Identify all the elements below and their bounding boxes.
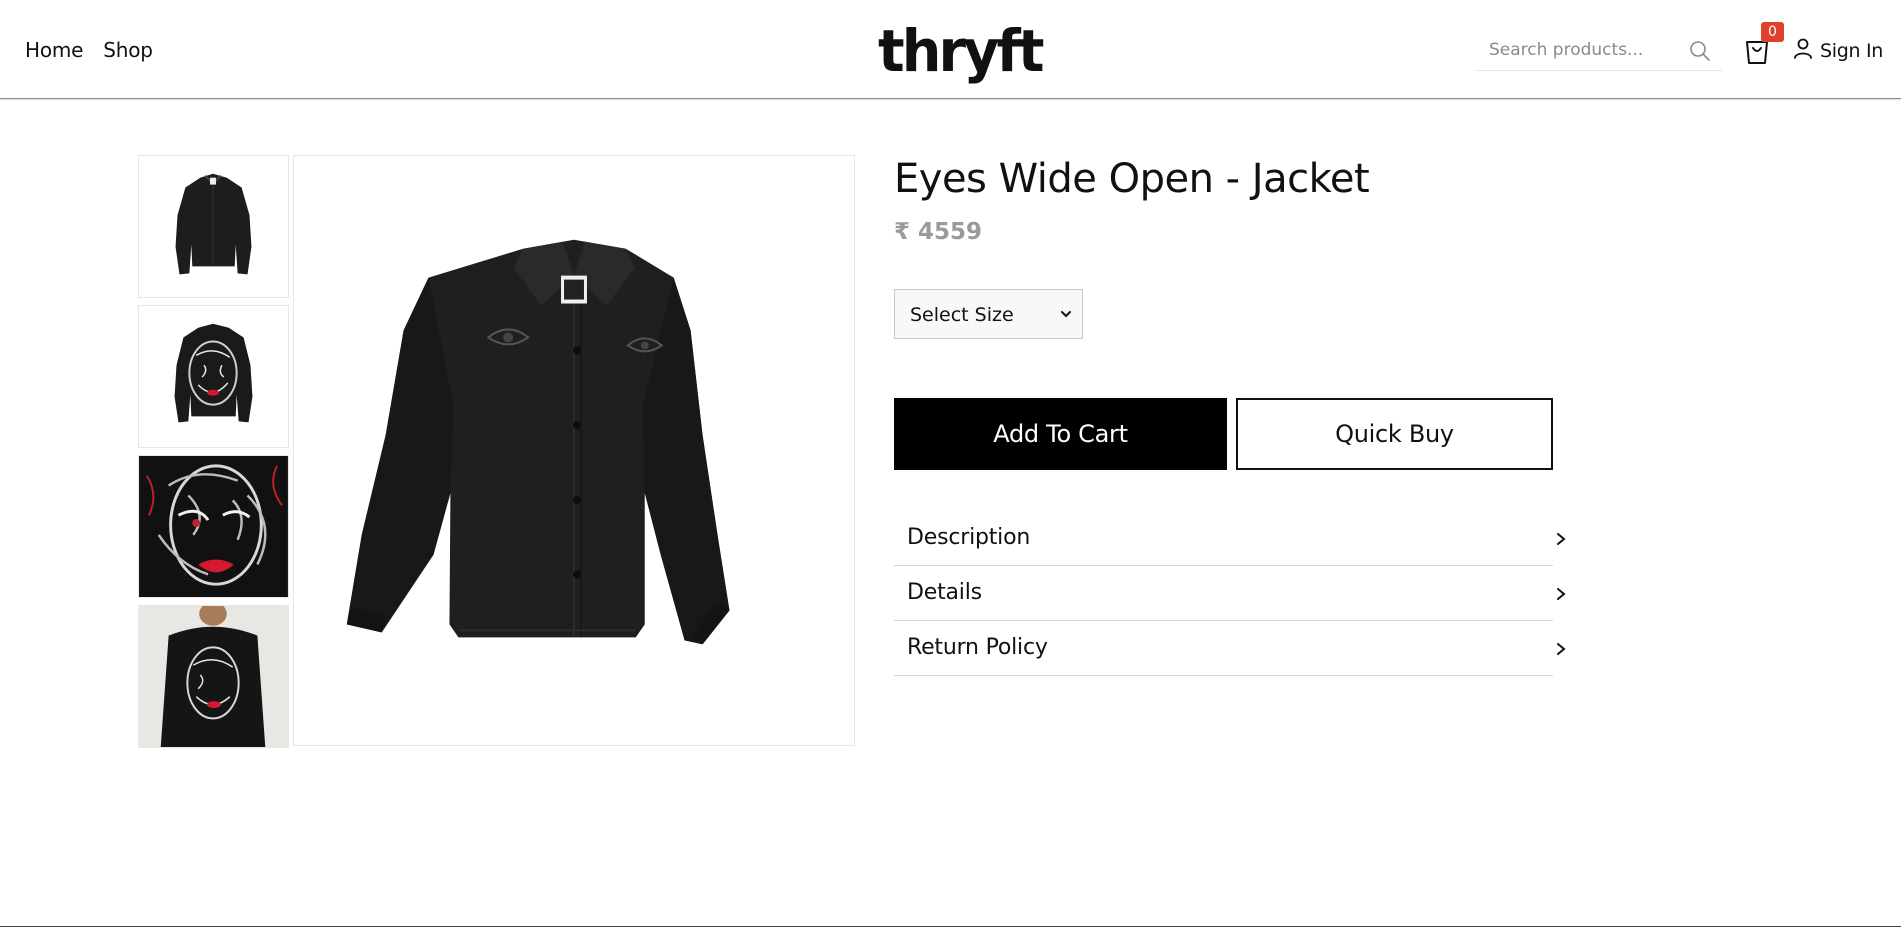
size-select-label: Select Size <box>910 304 1014 326</box>
chevron-right-icon <box>1557 643 1566 655</box>
product-accordion: Description Details Return Policy <box>894 511 1566 676</box>
thumbnail-jacket-back[interactable] <box>138 305 289 448</box>
accordion-details[interactable]: Details <box>894 566 1566 621</box>
thumbnail-face-closeup[interactable] <box>138 455 289 598</box>
accordion-return-policy-label: Return Policy <box>907 635 1048 660</box>
user-icon <box>1792 37 1814 64</box>
quick-buy-button[interactable]: Quick Buy <box>1236 398 1553 470</box>
accordion-return-policy[interactable]: Return Policy <box>894 621 1566 676</box>
search-icon[interactable] <box>1688 39 1712 63</box>
nav-home-link[interactable]: Home <box>25 38 83 62</box>
product-title: Eyes Wide Open - Jacket <box>894 156 1370 202</box>
product-main-image <box>293 155 855 746</box>
thumbnail-model-back[interactable] <box>138 605 289 748</box>
chevron-down-icon <box>1061 311 1071 318</box>
add-to-cart-button[interactable]: Add To Cart <box>894 398 1227 470</box>
chevron-right-icon <box>1557 533 1566 545</box>
chevron-right-icon <box>1557 588 1566 600</box>
accordion-description[interactable]: Description <box>894 511 1566 566</box>
accordion-description-label: Description <box>907 525 1031 550</box>
main-nav: Home Shop <box>25 38 153 62</box>
size-select[interactable]: Select Size <box>894 289 1083 339</box>
thumbnail-jacket-front[interactable] <box>138 155 289 298</box>
brand-logo[interactable]: thryft <box>878 22 1044 80</box>
signin-label: Sign In <box>1820 39 1884 62</box>
search-bar <box>1475 30 1722 71</box>
product-price: ₹ 4559 <box>894 219 983 245</box>
cart-count-badge: 0 <box>1761 22 1784 42</box>
search-input[interactable] <box>1489 38 1679 62</box>
site-header: Home Shop thryft 0 Sign In <box>0 0 1901 99</box>
accordion-details-label: Details <box>907 580 982 605</box>
nav-shop-link[interactable]: Shop <box>103 38 153 62</box>
signin-link[interactable]: Sign In <box>1792 37 1883 64</box>
